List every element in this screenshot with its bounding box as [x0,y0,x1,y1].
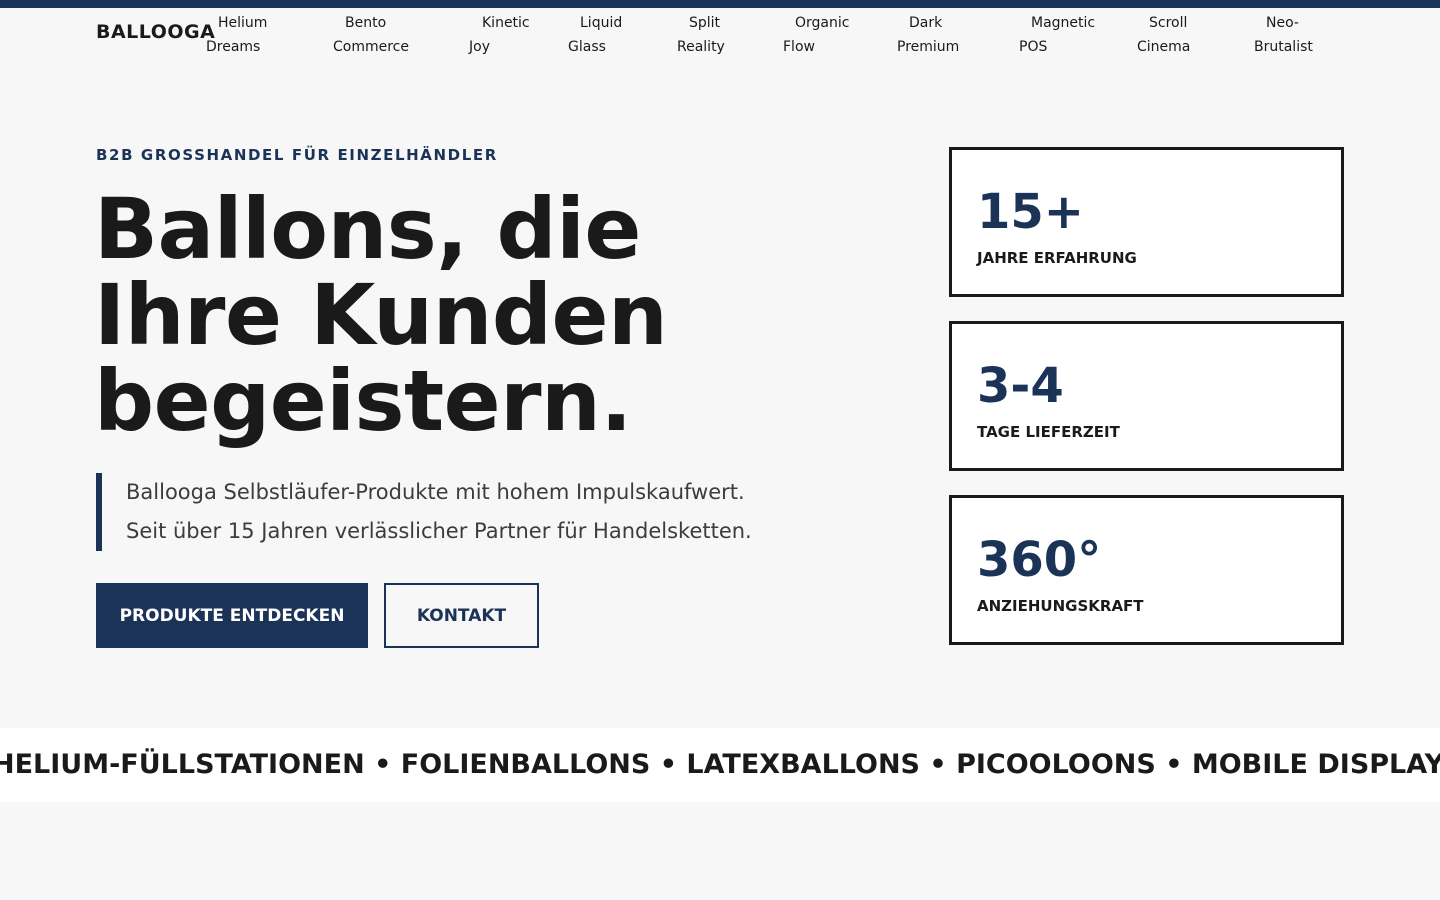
nav-item-label: Brutalist [1254,39,1313,55]
nav-item-label: Glass [568,39,606,55]
nav-item-label: Helium [218,15,268,31]
stat-label: JAHRE ERFAHRUNG [977,249,1137,267]
nav-item-label: Scroll [1149,15,1188,31]
nav-item-split-reality[interactable]: Split Reality [677,11,725,59]
nav-item-magnetic-pos[interactable]: Magnetic POS [1019,11,1095,59]
product-marquee: HELIUM-FÜLLSTATIONEN • FOLIENBALLONS • L… [0,728,1440,802]
nav-item-label: Flow [783,39,815,55]
nav-item-kinetic-joy[interactable]: Kinetic Joy [469,11,530,59]
nav-item-label: Cinema [1137,39,1191,55]
nav-item-liquid-glass[interactable]: Liquid Glass [568,11,622,59]
nav-item-label: Magnetic [1031,15,1096,31]
nav-item-organic-flow[interactable]: Organic Flow [783,11,849,59]
nav-item-label: Reality [677,39,725,55]
marquee-text: HELIUM-FÜLLSTATIONEN • FOLIENBALLONS • L… [0,749,1440,780]
stat-card-delivery: 3-4 TAGE LIEFERZEIT [949,321,1344,471]
nav-item-bento-commerce[interactable]: Bento Commerce [333,11,409,59]
contact-button[interactable]: KONTAKT [384,583,539,648]
headline-line: begeistern. [94,352,632,450]
nav-item-neo-brutalist[interactable]: Neo- Brutalist [1254,11,1313,59]
nav-item-dark-premium[interactable]: Dark Premium [897,11,959,59]
discover-products-button[interactable]: PRODUKTE ENTDECKEN [96,583,368,648]
stat-label: ANZIEHUNGSKRAFT [977,597,1144,615]
top-accent-bar [0,0,1440,8]
site-header: BALLOOGA Helium Dreams Bento Commerce Ki… [0,8,1440,70]
stat-card-attraction: 360° ANZIEHUNGSKRAFT [949,495,1344,645]
nav-item-helium-dreams[interactable]: Helium Dreams [206,11,267,59]
headline-line: Ihre Kunden [94,266,668,364]
nav-item-label: Kinetic [482,15,530,31]
nav-item-label: Split [689,15,721,31]
hero-headline: Ballons, die Ihre Kunden begeistern. [94,186,834,444]
nav-item-label: Organic [795,15,850,31]
nav-item-label: Dreams [206,39,261,55]
stat-label: TAGE LIEFERZEIT [977,423,1120,441]
nav-item-label: Joy [469,39,490,55]
nav-item-label: Neo- [1266,15,1299,31]
brand-logo[interactable]: BALLOOGA [96,21,215,43]
nav-item-label: Premium [897,39,960,55]
hero-lead-quote: Ballooga Selbstläufer-Produkte mit hohem… [96,473,856,551]
lead-line: Ballooga Selbstläufer-Produkte mit hohem… [126,480,745,504]
stat-value: 15+ [977,184,1085,240]
nav-item-label: POS [1019,39,1048,55]
headline-line: Ballons, die [94,180,641,278]
nav-item-label: Liquid [580,15,623,31]
lead-line: Seit über 15 Jahren verlässlicher Partne… [126,519,752,543]
stat-card-experience: 15+ JAHRE ERFAHRUNG [949,147,1344,297]
hero-eyebrow: B2B GROSSHANDEL FÜR EINZELHÄNDLER [96,146,498,164]
stat-value: 3-4 [977,358,1064,414]
nav-item-label: Dark [909,15,943,31]
nav-item-scroll-cinema[interactable]: Scroll Cinema [1137,11,1190,59]
nav-item-label: Bento [345,15,387,31]
stat-value: 360° [977,532,1102,588]
nav-item-label: Commerce [333,39,409,55]
